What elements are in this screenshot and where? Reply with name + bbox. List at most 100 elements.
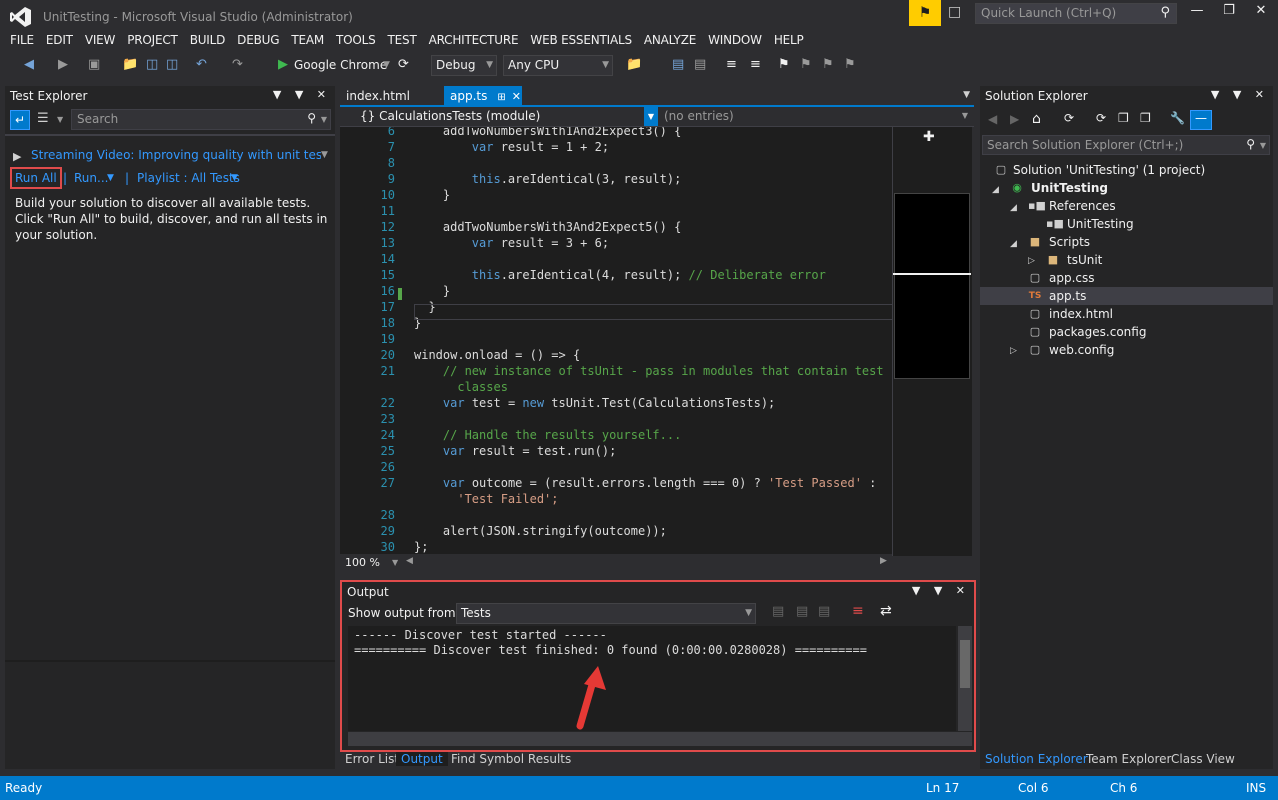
group-by-icon[interactable]: ↵ — [10, 110, 30, 130]
collapsed-icon[interactable]: ▷ — [1010, 346, 1017, 356]
uncomment-icon[interactable]: ≡ — [750, 56, 761, 74]
pin-icon[interactable]: ⊞ — [497, 92, 505, 103]
solution-search-input[interactable]: Search Solution Explorer (Ctrl+;) ⚲ ▼ — [982, 135, 1270, 155]
menu-architecture[interactable]: ARCHITECTURE — [423, 32, 525, 50]
menu-web-essentials[interactable]: WEB ESSENTIALS — [524, 32, 637, 50]
panel-buttons[interactable]: ▼ ▼ ✕ — [912, 584, 970, 597]
playlist-link[interactable]: Playlist : All Tests — [137, 171, 240, 185]
type-dropdown[interactable]: {} CalculationsTests (module) — [360, 109, 540, 123]
menu-project[interactable]: PROJECT — [121, 32, 183, 50]
minimize-button[interactable]: — — [1181, 3, 1213, 25]
tree-item-reference-unittesting[interactable]: UnitTesting — [1067, 217, 1134, 231]
back-icon[interactable]: ◀ — [988, 112, 997, 126]
expanded-icon[interactable]: ◢ — [1010, 239, 1017, 249]
split-handle-icon[interactable]: ✚ — [923, 129, 935, 145]
preview-icon[interactable]: — — [1190, 110, 1212, 130]
tab-class-view[interactable]: Class View — [1166, 752, 1240, 766]
notifications-flag-icon[interactable]: ⚑ — [909, 0, 941, 26]
tree-item-index-html[interactable]: index.html — [1049, 307, 1113, 321]
bookmark-prev-icon[interactable]: ⚑ — [800, 56, 812, 74]
save-icon[interactable]: ◫ — [146, 56, 158, 74]
browser-dropdown-icon[interactable]: ▼ — [383, 56, 390, 74]
tree-item-packages-config[interactable]: packages.config — [1049, 325, 1146, 339]
undo-icon[interactable]: ↶ — [196, 56, 207, 74]
toolbar-tool-icon[interactable]: ▤ — [672, 56, 684, 74]
new-project-icon[interactable]: ▣ — [88, 56, 100, 74]
bookmark-icon[interactable]: ⚑ — [778, 56, 790, 74]
expanded-icon[interactable]: ◢ — [992, 185, 999, 195]
vertical-scrollbar[interactable] — [958, 626, 972, 731]
chevron-down-icon[interactable]: ▼ — [392, 558, 398, 567]
forward-icon[interactable]: ▶ — [58, 56, 68, 74]
tab-output[interactable]: Output — [396, 752, 448, 766]
scroll-left-icon[interactable]: ◀ — [406, 556, 413, 566]
menu-team[interactable]: TEAM — [285, 32, 330, 50]
show-all-files-icon[interactable]: ❐ — [1140, 111, 1151, 125]
chevron-down-icon[interactable]: ▼ — [962, 111, 968, 120]
scroll-right-icon[interactable]: ▶ — [880, 556, 887, 566]
browser-label[interactable]: Google Chrome — [294, 56, 387, 74]
open-folder-icon[interactable]: 📁 — [122, 56, 138, 74]
tree-item-web-config[interactable]: web.config — [1049, 343, 1114, 357]
restore-button[interactable]: ❐ — [1213, 3, 1245, 25]
forward-icon[interactable]: ▶ — [1010, 112, 1019, 126]
find-in-files-icon[interactable]: 📁 — [626, 56, 642, 74]
menu-help[interactable]: HELP — [768, 32, 810, 50]
clear-all-icon[interactable]: ≡ — [852, 603, 864, 619]
run-all-link[interactable]: Run All — [10, 167, 62, 189]
scrollbar-thumb[interactable] — [960, 640, 970, 688]
menu-tools[interactable]: TOOLS — [330, 32, 382, 50]
home-icon[interactable]: ⌂ — [1032, 111, 1041, 127]
collapse-all-icon[interactable]: ❐ — [1118, 111, 1129, 125]
streaming-video-link[interactable]: Streaming Video: Improving quality with … — [31, 148, 321, 162]
close-icon[interactable]: ✕ — [512, 90, 521, 103]
tree-item-tsunit[interactable]: tsUnit — [1067, 253, 1102, 267]
menu-analyze[interactable]: ANALYZE — [638, 32, 702, 50]
menu-debug[interactable]: DEBUG — [231, 32, 285, 50]
panel-buttons[interactable]: ▼ ▼ ✕ — [1211, 88, 1269, 101]
tree-item-app-css[interactable]: app.css — [1049, 271, 1095, 285]
refresh-icon[interactable]: ⟳ — [398, 56, 409, 74]
menu-edit[interactable]: EDIT — [40, 32, 79, 50]
menu-view[interactable]: VIEW — [79, 32, 121, 50]
save-all-icon[interactable]: ◫ — [166, 56, 178, 74]
tab-app-ts[interactable]: app.ts ⊞ ✕ — [444, 86, 522, 107]
expanded-icon[interactable]: ◢ — [1010, 203, 1017, 213]
tab-overflow-icon[interactable]: ▼ — [963, 90, 970, 100]
tab-team-explorer[interactable]: Team Explorer — [1081, 752, 1177, 766]
close-button[interactable]: ✕ — [1245, 3, 1277, 25]
scrollbar-map[interactable]: ✚ — [892, 127, 972, 556]
test-search-input[interactable]: Search ⚲ ▼ — [71, 109, 331, 130]
comment-icon[interactable]: ≡ — [726, 56, 737, 74]
tab-solution-explorer[interactable]: Solution Explorer — [980, 752, 1093, 766]
tab-find-symbol-results[interactable]: Find Symbol Results — [446, 752, 576, 766]
sync-icon[interactable]: ⟳ — [1064, 111, 1074, 125]
tree-item-app-ts[interactable]: app.ts — [1049, 289, 1086, 303]
tab-error-list[interactable]: Error List — [340, 752, 404, 766]
start-debug-icon[interactable]: ▶ — [278, 56, 288, 74]
chevron-down-icon[interactable]: ▼ — [231, 173, 238, 183]
tree-item-solution[interactable]: Solution 'UnitTesting' (1 project) — [1013, 163, 1205, 177]
tree-item-references[interactable]: References — [1049, 199, 1116, 213]
list-view-icon[interactable]: ☰ — [37, 111, 49, 126]
find-message-icon[interactable]: ▤ — [818, 604, 830, 619]
tree-item-project[interactable]: UnitTesting — [1031, 181, 1108, 195]
toolbar-tool-icon[interactable]: ▤ — [694, 56, 706, 74]
chevron-down-icon[interactable]: ▼ — [107, 173, 114, 183]
menu-file[interactable]: FILE — [4, 32, 40, 50]
tab-index-html[interactable]: index.html — [340, 86, 416, 107]
member-dropdown[interactable]: (no entries) — [664, 109, 734, 123]
chevron-down-icon[interactable]: ▼ — [321, 150, 328, 160]
chevron-down-icon[interactable]: ▼ — [57, 115, 63, 124]
bookmark-next-icon[interactable]: ⚑ — [822, 56, 834, 74]
redo-icon[interactable]: ↷ — [232, 56, 243, 74]
output-source-select[interactable]: Tests ▼ — [456, 603, 756, 624]
clear-bookmarks-icon[interactable]: ⚑ — [844, 56, 856, 74]
solution-configuration-select[interactable]: Debug ▼ — [431, 55, 497, 76]
menu-test[interactable]: TEST — [382, 32, 423, 50]
run-link[interactable]: Run... — [74, 171, 108, 185]
properties-icon[interactable]: 🔧 — [1170, 111, 1185, 125]
refresh-icon[interactable]: ⟳ — [1096, 111, 1106, 125]
panel-buttons[interactable]: ▼ ▼ ✕ — [273, 88, 331, 101]
menu-build[interactable]: BUILD — [184, 32, 231, 50]
